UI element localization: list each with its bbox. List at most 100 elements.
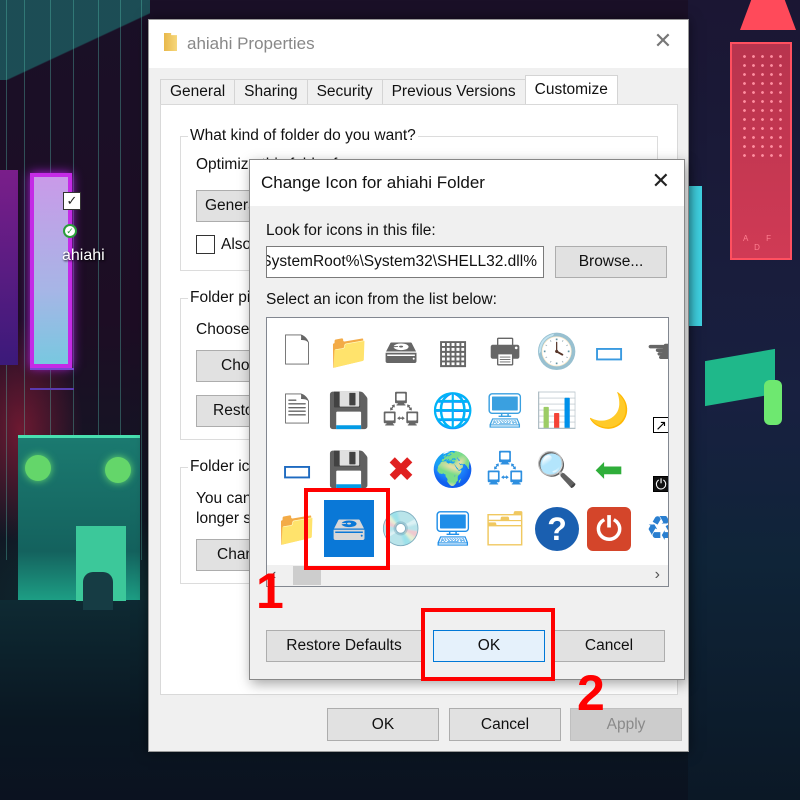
icon-list-item-tile: ▦ [428,323,478,380]
floppy-drive-icon: 💾 [327,391,371,430]
tab-customize[interactable]: Customize [524,75,618,104]
screensaver-monitor-icon: 🌙 [587,391,631,430]
icon-list-item[interactable]: 🌐 [427,381,479,440]
icon-list-item-tile: 🔍 [532,441,582,498]
icon-list-item[interactable]: 🌍 [427,440,479,499]
icon-list-item[interactable]: ? [531,499,583,558]
icon-list-item-tile: 🕓 [532,323,582,380]
sync-status-icon: ✓ [63,224,77,238]
scheduled-document-icon: 🕓 [535,332,579,371]
shared-hand-icon: ☚ [646,335,668,369]
icon-list-item-tile: ⏻ [584,500,634,557]
annotation-step-2: 2 [577,665,605,721]
icon-list-item[interactable]: ⏻ [635,440,668,499]
icon-list-item[interactable]: 🖧 [375,381,427,440]
blank-document-icon: 🗋 [283,332,311,371]
icon-list-item-tile: 🌍 [428,441,478,498]
wallpaper-neon [0,170,18,365]
icon-list-item[interactable]: ☚ [635,322,668,381]
close-icon[interactable]: ✕ [652,30,674,52]
network-drive-icon: 🖧 [382,391,420,430]
properties-cancel-button[interactable]: Cancel [449,708,561,741]
wallpaper-sign: A F D [730,42,792,260]
icon-list-item[interactable]: 📊 [531,381,583,440]
network-computer-icon: 🖥 [483,391,527,430]
search-magnifier-icon: 🔍 [535,450,579,489]
icon-list-item[interactable]: 🗂 [479,499,531,558]
scroll-right-icon[interactable]: › [655,566,660,584]
icon-list-item-tile: ⬅ [584,441,634,498]
shortcut-arrow-icon: ↗ [653,417,668,433]
wallpaper-bin [83,572,113,610]
wallpaper-dots [740,52,782,162]
annotation-step-1: 1 [256,563,284,619]
hard-drive-icon: 🖴 [383,332,419,371]
disconnected-drive-icon: ✖ [386,450,416,489]
icon-list-item[interactable]: 📁 [323,322,375,381]
icon-list-item-tile: 🖥 [428,500,478,557]
icon-list-item[interactable]: 🖧 [479,440,531,499]
icon-list-item-tile: 🌐 [428,382,478,439]
properties-title: ahiahi Properties [187,34,315,53]
icon-list-item[interactable]: ▭ [583,322,635,381]
wallpaper-strip [688,186,702,326]
icon-list-item[interactable]: ↗ [635,381,668,440]
icon-list-item[interactable]: 💾 [323,381,375,440]
icon-list-item-tile: 💾 [324,382,374,439]
change-icon-cancel-button[interactable]: Cancel [553,630,665,662]
tab-sharing[interactable]: Sharing [234,79,308,104]
icon-list-item[interactable]: ⬅ [583,440,635,499]
desktop-computer-icon: 🖥 [431,509,475,548]
apply-subfolders-checkbox[interactable] [196,235,215,254]
tab-previous-versions[interactable]: Previous Versions [381,79,526,104]
properties-tabs: General Sharing Security Previous Versio… [160,75,618,104]
application-window-icon: ▭ [280,450,314,489]
usb-drive-back-icon: ⬅ [594,450,624,489]
help-question-icon: ? [535,506,579,551]
icon-file-path-input[interactable]: %SystemRoot%\System32\SHELL32.dll [266,246,544,278]
icon-list-item-tile: 🖴 [376,323,426,380]
power-button-icon: ⏻ [587,506,631,551]
text-document-icon: 🗎 [283,391,311,430]
checkbox-icon[interactable]: ✓ [63,192,81,210]
icon-list-item[interactable]: 🕓 [531,322,583,381]
control-panel-icon: 📊 [535,391,579,430]
icon-list-item[interactable]: 🌙 [583,381,635,440]
icon-list-item-tile: 🖶 [480,323,530,380]
properties-ok-button[interactable]: OK [327,708,439,741]
change-icon-titlebar[interactable]: Change Icon for ahiahi Folder ✕ [250,160,684,206]
icon-list-item[interactable]: 🔍 [531,440,583,499]
tab-security[interactable]: Security [306,79,383,104]
desktop-icon-label: ahiahi [62,247,105,264]
wallpaper-waves [30,368,74,390]
network-map-icon: 🖧 [486,450,524,489]
icon-list-item-tile: 📁 [324,323,374,380]
icon-list-item-tile: 🌙 [584,382,634,439]
icon-list-item-tile: ☚ [636,323,668,380]
close-icon[interactable]: ✕ [652,170,670,192]
icon-list-item[interactable]: 🖴 [375,322,427,381]
icon-list-item[interactable]: 🖶 [479,322,531,381]
icon-list-item-tile: 🖧 [376,382,426,439]
properties-titlebar[interactable]: ahiahi Properties ✕ [149,20,688,68]
icon-list-item-tile: ▭ [584,323,634,380]
restore-defaults-button[interactable]: Restore Defaults [266,630,422,662]
icon-list-item[interactable]: ♻ [635,499,668,558]
select-icon-label: Select an icon from the list below: [266,291,497,308]
desktop-folder-ahiahi[interactable]: ✓ ✓ ahiahi [60,192,116,272]
browse-button[interactable]: Browse... [555,246,667,278]
icon-list-item[interactable]: ▦ [427,322,479,381]
icon-list-item[interactable]: ⏻ [583,499,635,558]
tab-general[interactable]: General [160,79,236,104]
icon-list-item-tile: 📊 [532,382,582,439]
icon-list-item[interactable]: 🗋 [271,322,323,381]
change-icon-title: Change Icon for ahiahi Folder [261,173,485,192]
icon-list-item[interactable]: 🖥 [427,499,479,558]
icon-list-item-tile: ↗ [636,382,668,439]
folder-icon [164,33,177,51]
icon-list-item[interactable]: 🗎 [271,381,323,440]
wallpaper-shape [0,0,150,80]
globe-mouse-icon: 🌍 [431,450,475,489]
icon-list-item-tile: ♻ [636,500,668,557]
icon-list-item[interactable]: 🖥 [479,381,531,440]
